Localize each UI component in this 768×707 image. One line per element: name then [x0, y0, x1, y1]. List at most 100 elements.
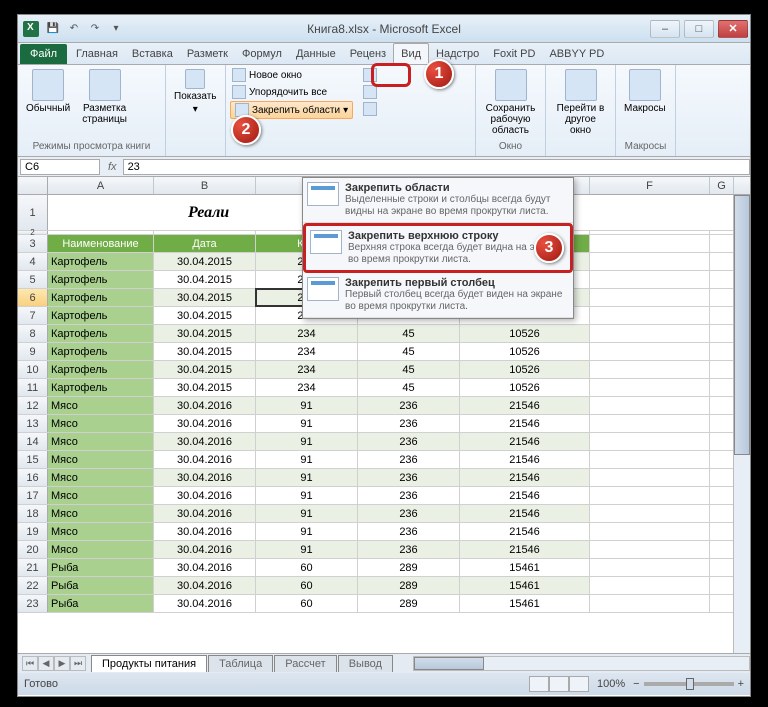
- cell[interactable]: 236: [358, 523, 460, 540]
- row-header-11[interactable]: 11: [18, 379, 48, 396]
- qat-dropdown-icon[interactable]: ▾: [107, 20, 125, 38]
- cell[interactable]: [590, 541, 710, 558]
- zoom-level[interactable]: 100%: [597, 678, 625, 690]
- cell[interactable]: 236: [358, 415, 460, 432]
- tab-формул[interactable]: Формул: [235, 44, 289, 64]
- vscroll-thumb[interactable]: [734, 195, 750, 455]
- cell[interactable]: Картофель: [48, 289, 154, 306]
- freeze-top-row-option[interactable]: Закрепить верхнюю строку Верхняя строка …: [303, 223, 573, 273]
- qat-undo-icon[interactable]: ↶: [65, 20, 83, 38]
- cell[interactable]: 91: [256, 415, 358, 432]
- cell[interactable]: 30.04.2015: [154, 379, 256, 396]
- cell[interactable]: Картофель: [48, 343, 154, 360]
- cell[interactable]: 30.04.2015: [154, 289, 256, 306]
- cell[interactable]: Мясо: [48, 451, 154, 468]
- row-header-5[interactable]: 5: [18, 271, 48, 288]
- cell[interactable]: 236: [358, 505, 460, 522]
- cell[interactable]: [590, 361, 710, 378]
- cell[interactable]: [590, 343, 710, 360]
- macros-button[interactable]: Макросы: [620, 67, 670, 116]
- qat-redo-icon[interactable]: ↷: [86, 20, 104, 38]
- zoom-slider[interactable]: [644, 682, 734, 686]
- cell[interactable]: Мясо: [48, 415, 154, 432]
- sheet-tab-active[interactable]: Продукты питания: [91, 655, 207, 672]
- row-header-2[interactable]: 2: [18, 231, 48, 234]
- qat-save-icon[interactable]: 💾: [44, 20, 62, 38]
- cell[interactable]: 30.04.2016: [154, 397, 256, 414]
- cell[interactable]: 30.04.2015: [154, 325, 256, 342]
- tab-вставка[interactable]: Вставка: [125, 44, 180, 64]
- cell[interactable]: Рыба: [48, 577, 154, 594]
- cell[interactable]: [590, 397, 710, 414]
- cell[interactable]: 30.04.2016: [154, 505, 256, 522]
- cell[interactable]: 45: [358, 325, 460, 342]
- sheet-tab[interactable]: Рассчет: [274, 655, 337, 672]
- cell[interactable]: 30.04.2016: [154, 595, 256, 612]
- cell[interactable]: 30.04.2016: [154, 577, 256, 594]
- row-header-20[interactable]: 20: [18, 541, 48, 558]
- row-header-9[interactable]: 9: [18, 343, 48, 360]
- cell[interactable]: 30.04.2016: [154, 523, 256, 540]
- cell[interactable]: 45: [358, 343, 460, 360]
- cell[interactable]: 30.04.2015: [154, 307, 256, 324]
- tab-foxit pd[interactable]: Foxit PD: [486, 44, 542, 64]
- cell[interactable]: 234: [256, 343, 358, 360]
- cell[interactable]: 15461: [460, 577, 590, 594]
- cell[interactable]: 30.04.2015: [154, 361, 256, 378]
- cell[interactable]: 236: [358, 469, 460, 486]
- minimize-button[interactable]: –: [650, 20, 680, 38]
- cell[interactable]: Рыба: [48, 559, 154, 576]
- row-header-22[interactable]: 22: [18, 577, 48, 594]
- new-window-button[interactable]: Новое окно: [230, 67, 353, 83]
- cell[interactable]: [590, 271, 710, 288]
- cell[interactable]: [590, 523, 710, 540]
- cell[interactable]: Рыба: [48, 595, 154, 612]
- cell[interactable]: 60: [256, 559, 358, 576]
- cell[interactable]: 21546: [460, 523, 590, 540]
- cell[interactable]: Картофель: [48, 307, 154, 324]
- cell[interactable]: Картофель: [48, 253, 154, 270]
- row-header-17[interactable]: 17: [18, 487, 48, 504]
- cell[interactable]: Мясо: [48, 397, 154, 414]
- col-header-A[interactable]: A: [48, 177, 154, 194]
- cell[interactable]: 15461: [460, 595, 590, 612]
- cell[interactable]: 45: [358, 361, 460, 378]
- select-all-corner[interactable]: [18, 177, 48, 194]
- cell[interactable]: Мясо: [48, 523, 154, 540]
- cell[interactable]: 30.04.2016: [154, 487, 256, 504]
- name-box[interactable]: C6: [20, 159, 100, 175]
- cell[interactable]: [590, 505, 710, 522]
- cell[interactable]: 234: [256, 379, 358, 396]
- cell[interactable]: 236: [358, 541, 460, 558]
- cell[interactable]: 91: [256, 487, 358, 504]
- cell[interactable]: [590, 289, 710, 306]
- cell[interactable]: 91: [256, 469, 358, 486]
- row-header-8[interactable]: 8: [18, 325, 48, 342]
- cell[interactable]: 10526: [460, 343, 590, 360]
- cell[interactable]: [590, 577, 710, 594]
- col-header-F[interactable]: F: [590, 177, 710, 194]
- cell[interactable]: 21546: [460, 433, 590, 450]
- view-normal-icon[interactable]: [529, 676, 549, 692]
- cell[interactable]: 60: [256, 595, 358, 612]
- row-header-14[interactable]: 14: [18, 433, 48, 450]
- split-button[interactable]: [361, 67, 379, 83]
- cell[interactable]: [590, 415, 710, 432]
- cell[interactable]: 10526: [460, 325, 590, 342]
- view-layout-icon[interactable]: [549, 676, 569, 692]
- cell[interactable]: 30.04.2015: [154, 343, 256, 360]
- cell[interactable]: 21546: [460, 469, 590, 486]
- cell[interactable]: [590, 487, 710, 504]
- zoom-out-icon[interactable]: −: [633, 678, 639, 690]
- view-pagebreak-icon[interactable]: [569, 676, 589, 692]
- tab-abbyy pd[interactable]: ABBYY PD: [542, 44, 611, 64]
- tab-данные[interactable]: Данные: [289, 44, 343, 64]
- sheet-nav-last-icon[interactable]: ⏭: [70, 656, 86, 671]
- row-header-4[interactable]: 4: [18, 253, 48, 270]
- switch-windows-button[interactable]: Перейти в другое окно: [550, 67, 611, 138]
- sheet-nav-first-icon[interactable]: ⏮: [22, 656, 38, 671]
- cell[interactable]: 236: [358, 433, 460, 450]
- freeze-first-column-option[interactable]: Закрепить первый столбец Первый столбец …: [303, 273, 573, 318]
- cell[interactable]: 91: [256, 541, 358, 558]
- cell[interactable]: [590, 559, 710, 576]
